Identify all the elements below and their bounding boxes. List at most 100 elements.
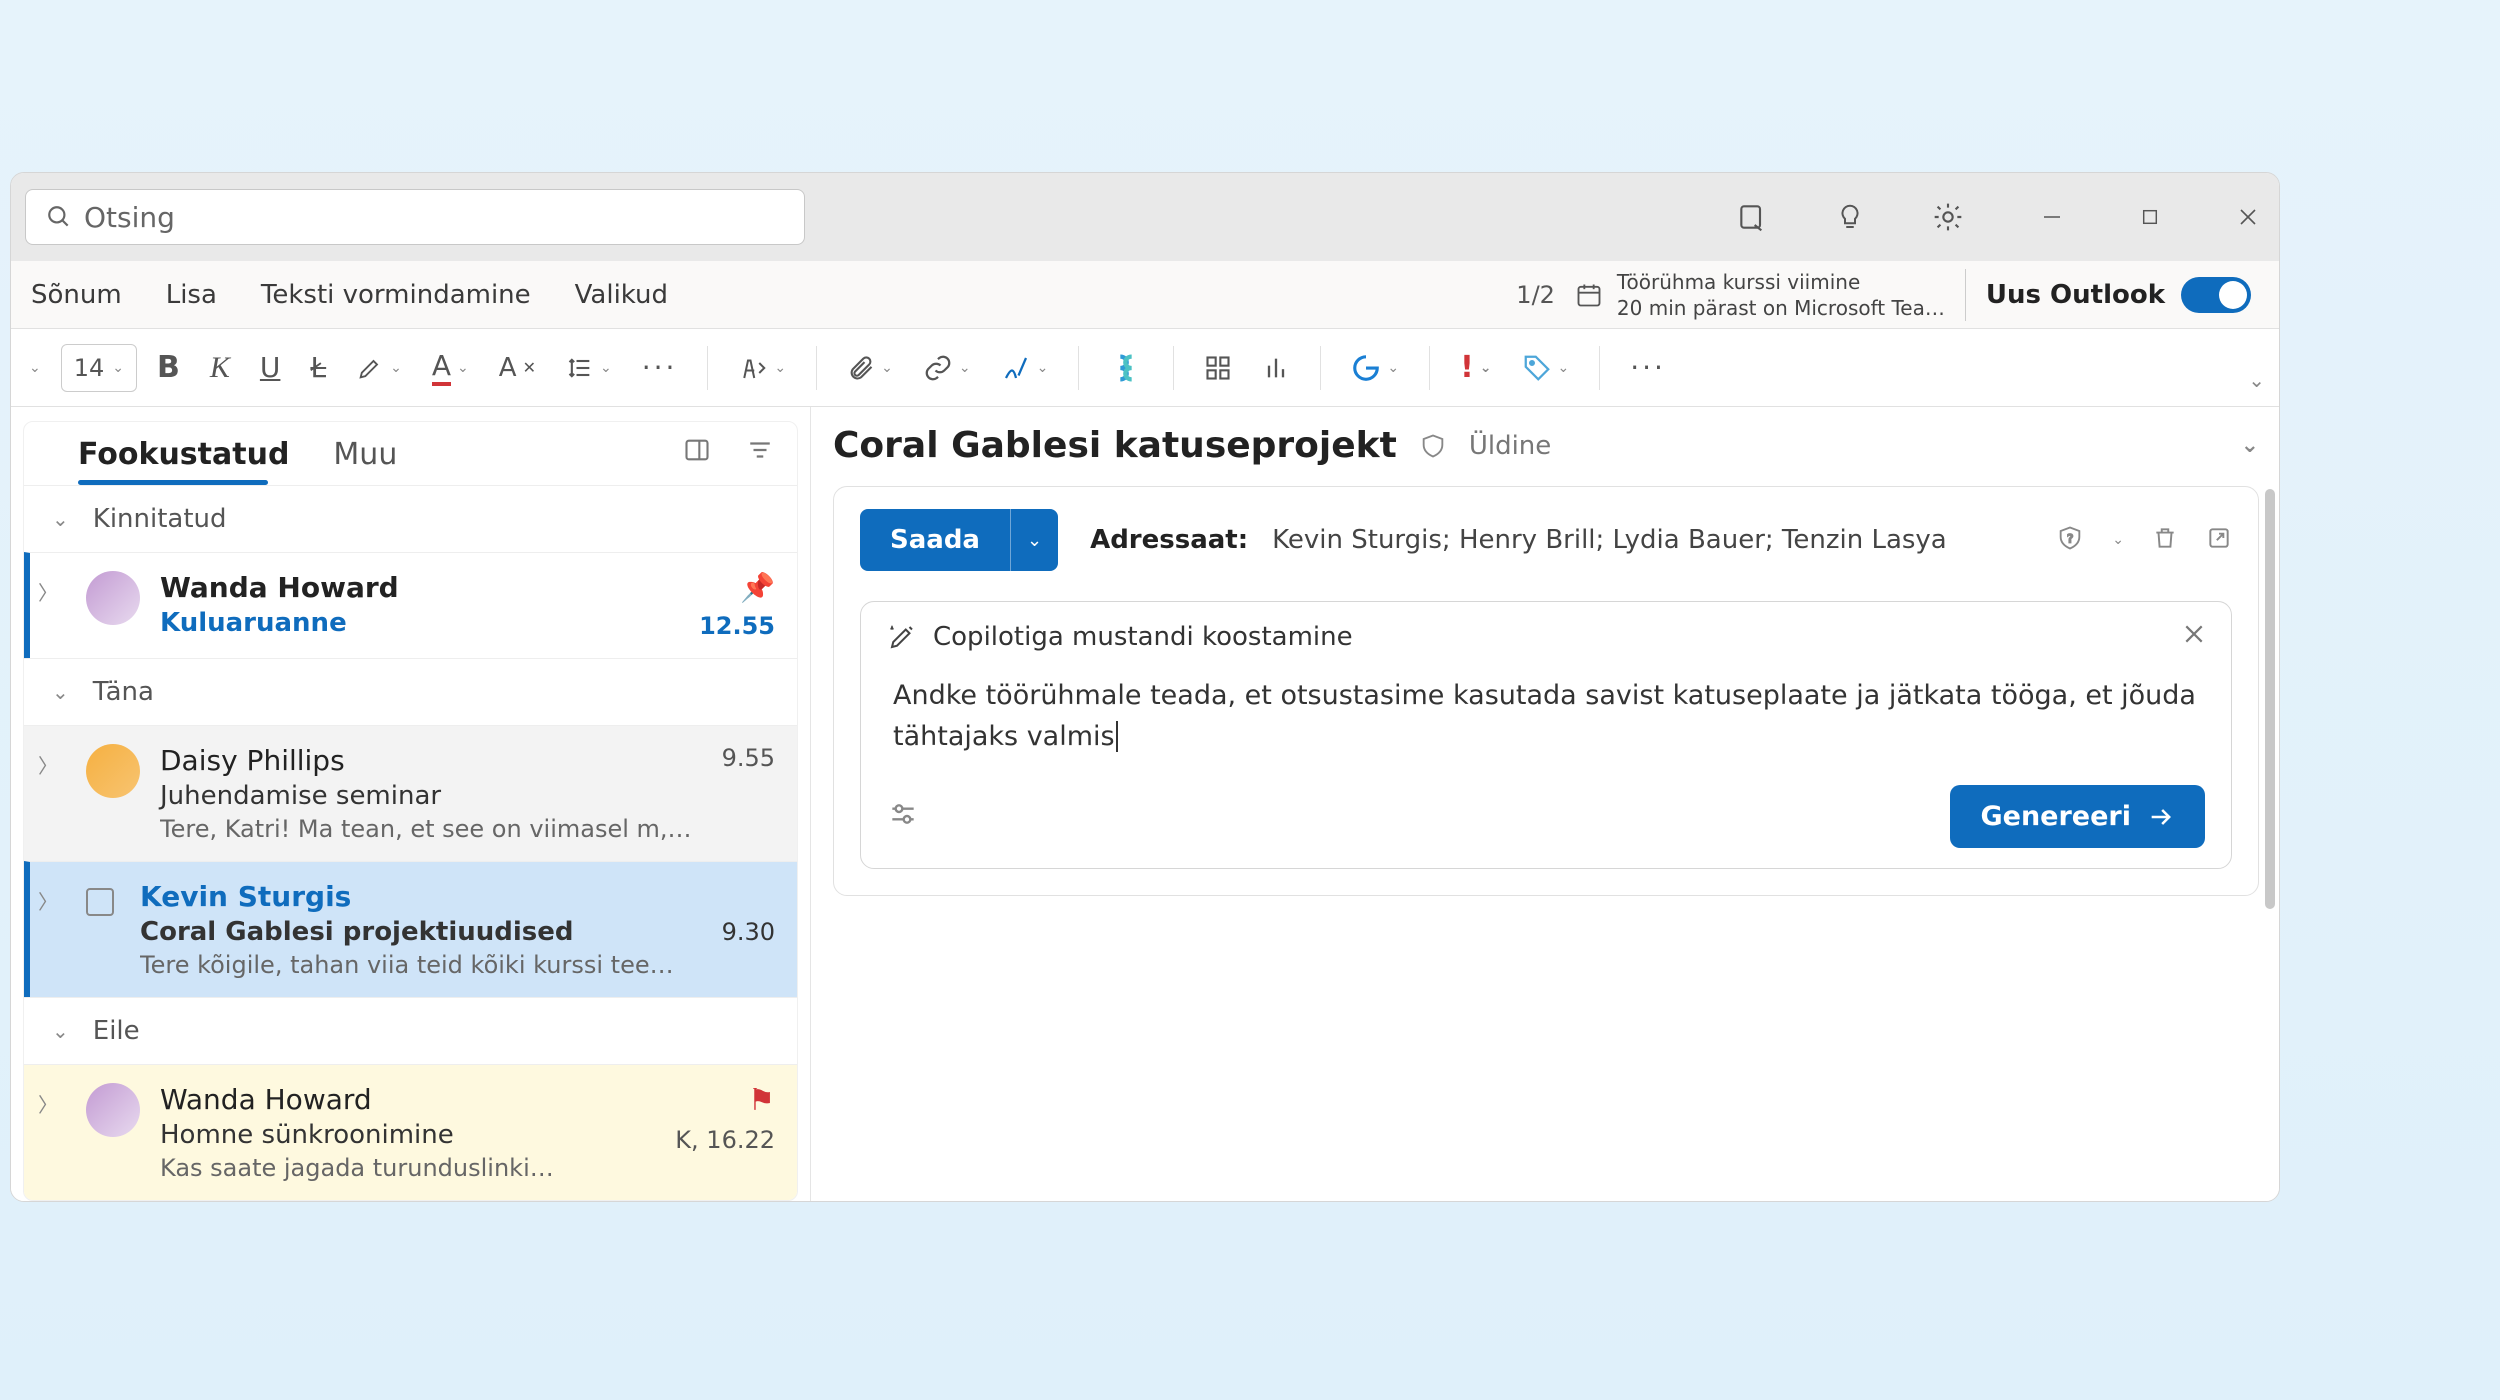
reminder-counter: 1/2 xyxy=(1516,281,1555,309)
mail-sender: Daisy Phillips xyxy=(160,744,702,777)
mail-preview: Kas saate jagada turunduslinki… xyxy=(160,1154,655,1182)
title-bar: Otsing xyxy=(11,173,2279,261)
expand-icon[interactable]: 〉 xyxy=(38,880,66,979)
outlook-window: Otsing Sõnum Lisa Teksti vormindamine Va… xyxy=(10,172,2280,1202)
bold-button[interactable]: B xyxy=(147,344,190,391)
font-name-dropdown[interactable]: ⌄ xyxy=(19,354,51,382)
meeting-subtitle: 20 min pärast on Microsoft Tea… xyxy=(1617,295,1945,321)
compose-card: Saada ⌄ Adressaat: Kevin Sturgis; Henry … xyxy=(833,486,2259,896)
mail-time: 9.30 xyxy=(722,918,775,946)
settings-icon[interactable] xyxy=(1931,200,1965,234)
font-color-button[interactable]: A⌄ xyxy=(422,343,479,392)
mail-preview: Tere, Katri! Ma tean, et see on viimasel… xyxy=(160,815,702,843)
expand-icon[interactable]: 〉 xyxy=(38,744,66,843)
ribbon-tab-insert[interactable]: Lisa xyxy=(166,280,217,310)
content-area: Fookustatud Muu ⌄ Kinnitatud 〉 xyxy=(11,407,2279,1201)
mail-sender: Wanda Howard xyxy=(160,1083,655,1116)
mail-item-selected[interactable]: 〉 Kevin Sturgis Coral Gablesi projektiuu… xyxy=(24,861,797,997)
svg-text:?: ? xyxy=(2067,532,2073,546)
group-pinned-label: Kinnitatud xyxy=(93,504,227,534)
generate-label: Genereeri xyxy=(1980,801,2131,832)
mail-item[interactable]: 〉 Daisy Phillips Juhendamise seminar Ter… xyxy=(24,725,797,861)
mail-sender: Wanda Howard xyxy=(160,571,679,604)
link-button[interactable]: ⌄ xyxy=(913,347,981,389)
ribbon-tab-format[interactable]: Teksti vormindamine xyxy=(261,280,531,310)
inbox-tabs: Fookustatud Muu xyxy=(24,422,797,472)
conversation-title: Coral Gablesi katuseprojekt xyxy=(833,425,1397,466)
font-size-dropdown[interactable]: 14 ⌄ xyxy=(61,344,137,392)
generate-button[interactable]: Genereeri xyxy=(1950,785,2205,848)
meeting-title: Töörühma kurssi viimine xyxy=(1617,269,1945,295)
signature-button[interactable]: ⌄ xyxy=(991,347,1059,389)
mail-item-flagged[interactable]: 〉 Wanda Howard Homne sünkroonimine Kas s… xyxy=(24,1064,797,1200)
more-formatting-button[interactable]: ··· xyxy=(632,345,688,390)
notes-icon[interactable] xyxy=(1735,200,1769,234)
minimize-button[interactable] xyxy=(2035,200,2069,234)
importance-button[interactable]: !⌄ xyxy=(1450,344,1501,391)
overflow-button[interactable]: ··· xyxy=(1620,345,1676,390)
mail-subject: Kuluaruanne xyxy=(160,608,679,638)
ribbon-collapse-button[interactable]: ⌄ xyxy=(2248,368,2265,392)
sensitivity-label: Üldine xyxy=(1469,431,1551,461)
layout-icon[interactable] xyxy=(683,436,711,472)
chevron-down-icon[interactable]: ⌄ xyxy=(2112,532,2124,548)
copilot-prompt-input[interactable]: Andke töörühmale teada, et otsustasime k… xyxy=(887,652,2205,773)
loop-button[interactable]: ⌄ xyxy=(1341,347,1409,389)
conversation-header: Coral Gablesi katuseprojekt Üldine ⌄ xyxy=(833,425,2259,486)
popout-icon[interactable] xyxy=(2206,525,2232,555)
maximize-button[interactable] xyxy=(2133,200,2167,234)
ribbon-tab-options[interactable]: Valikud xyxy=(575,280,668,310)
ribbon-tabs: Sõnum Lisa Teksti vormindamine Valikud 1… xyxy=(11,261,2279,329)
lightbulb-icon[interactable] xyxy=(1833,200,1867,234)
message-list-pane: Fookustatud Muu ⌄ Kinnitatud 〉 xyxy=(11,407,811,1201)
styles-button[interactable]: ⌄ xyxy=(728,347,796,389)
arrow-right-icon xyxy=(2147,803,2175,831)
apps-button[interactable] xyxy=(1194,348,1242,388)
tab-other[interactable]: Muu xyxy=(333,437,397,472)
tab-focused[interactable]: Fookustatud xyxy=(78,437,289,472)
underline-button[interactable]: U xyxy=(250,345,291,390)
reading-pane: Coral Gablesi katuseprojekt Üldine ⌄ Saa… xyxy=(811,407,2279,1201)
discard-icon[interactable] xyxy=(2152,525,2178,555)
expand-icon[interactable]: 〉 xyxy=(38,1083,66,1182)
copilot-ribbon-button[interactable] xyxy=(1099,345,1153,391)
group-pinned[interactable]: ⌄ Kinnitatud xyxy=(24,485,797,552)
send-dropdown[interactable]: ⌄ xyxy=(1010,509,1058,571)
chevron-down-icon[interactable]: ⌄ xyxy=(2241,433,2259,458)
scrollbar[interactable] xyxy=(2265,489,2275,909)
poll-button[interactable] xyxy=(1252,348,1300,388)
send-button[interactable]: Saada xyxy=(860,509,1010,571)
tag-button[interactable]: ⌄ xyxy=(1512,347,1580,389)
search-input[interactable]: Otsing xyxy=(25,189,805,245)
filter-icon[interactable] xyxy=(747,436,773,472)
copilot-header: Copilotiga mustandi koostamine xyxy=(933,622,1353,652)
ribbon-tab-message[interactable]: Sõnum xyxy=(31,280,122,310)
expand-icon[interactable]: 〉 xyxy=(38,571,66,640)
mail-subject: Coral Gablesi projektiuudised xyxy=(140,917,574,947)
strikethrough-button[interactable]: Ł xyxy=(300,345,336,390)
attach-button[interactable]: ⌄ xyxy=(837,348,903,388)
upcoming-meeting[interactable]: Töörühma kurssi viimine 20 min pärast on… xyxy=(1575,269,1966,321)
italic-button[interactable]: K xyxy=(200,345,240,391)
copilot-draft-panel: Copilotiga mustandi koostamine Andke töö… xyxy=(860,601,2232,869)
close-icon[interactable] xyxy=(2183,622,2205,652)
select-checkbox[interactable] xyxy=(86,888,114,916)
copilot-prompt-text: Andke töörühmale teada, et otsustasime k… xyxy=(893,680,2196,752)
encrypt-icon[interactable]: ? xyxy=(2056,524,2084,556)
copilot-pen-icon xyxy=(887,622,917,652)
group-today-label: Täna xyxy=(93,677,154,707)
clear-format-button[interactable]: A✕ xyxy=(489,347,546,389)
group-yesterday[interactable]: ⌄ Eile xyxy=(24,997,797,1064)
group-today[interactable]: ⌄ Täna xyxy=(24,658,797,725)
new-outlook-toggle[interactable]: Uus Outlook xyxy=(1986,277,2251,313)
line-spacing-button[interactable]: ⌄ xyxy=(556,348,622,388)
compose-header: Saada ⌄ Adressaat: Kevin Sturgis; Henry … xyxy=(834,487,2258,593)
close-button[interactable] xyxy=(2231,200,2265,234)
recipients-values[interactable]: Kevin Sturgis; Henry Brill; Lydia Bauer;… xyxy=(1272,525,1947,555)
highlight-color-button[interactable]: ⌄ xyxy=(346,348,412,388)
recipients-label: Adressaat: xyxy=(1090,525,1248,555)
mail-item-pinned[interactable]: 〉 Wanda Howard Kuluaruanne 📌 12.55 xyxy=(24,552,797,658)
flag-icon: ⚑ xyxy=(748,1083,775,1118)
adjust-icon[interactable] xyxy=(887,798,919,836)
formatting-toolbar: ⌄ 14 ⌄ B K U Ł ⌄ A⌄ A✕ ⌄ ··· ⌄ ⌄ ⌄ ⌄ xyxy=(11,329,2279,407)
